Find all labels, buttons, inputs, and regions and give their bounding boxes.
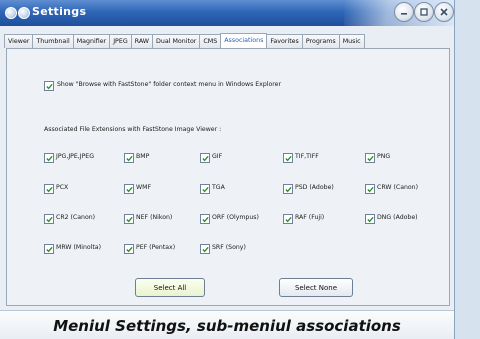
checkmark-icon bbox=[366, 216, 374, 222]
caption-text: Meniul Settings, sub-meniul associations bbox=[0, 310, 454, 339]
checkmark-icon bbox=[284, 216, 292, 222]
checkmark-icon bbox=[125, 216, 133, 222]
assoc-checkbox-orf-olympus[interactable] bbox=[200, 214, 210, 224]
assoc-label-jpg-jpe-jpeg: JPG,JPE,JPEG bbox=[56, 153, 95, 160]
settings-tabs: Viewer Thumbnail Magnifier JPEG RAW Dual Moni… bbox=[4, 33, 365, 48]
checkmark-icon bbox=[45, 186, 53, 192]
checkmark-icon bbox=[284, 186, 292, 192]
assoc-label-raf-fuji: RAF (Fuji) bbox=[295, 214, 325, 221]
assoc-checkbox-mrw-minolta[interactable] bbox=[44, 244, 54, 254]
assoc-checkbox-tga[interactable] bbox=[200, 184, 210, 194]
assoc-label-pef-pentax: PEF (Pentax) bbox=[136, 244, 176, 251]
tab-music[interactable]: Music bbox=[338, 34, 365, 48]
assoc-checkbox-pcx[interactable] bbox=[44, 184, 54, 194]
assoc-label-gif: GIF bbox=[212, 153, 223, 160]
tab-associations[interactable]: Associations bbox=[220, 33, 268, 48]
maximize-button[interactable] bbox=[414, 2, 434, 22]
checkmark-icon bbox=[45, 155, 53, 161]
assoc-checkbox-wmf[interactable] bbox=[124, 184, 134, 194]
assoc-label-orf-olympus: ORF (Olympus) bbox=[212, 214, 259, 221]
tab-thumbnail[interactable]: Thumbnail bbox=[32, 34, 74, 48]
maximize-icon bbox=[420, 8, 428, 16]
assoc-checkbox-bmp[interactable] bbox=[124, 153, 134, 163]
minimize-icon bbox=[401, 13, 407, 15]
checkmark-icon bbox=[201, 186, 209, 192]
assoc-label-cr2-canon: CR2 (Canon) bbox=[56, 214, 96, 221]
assoc-checkbox-jpg-jpe-jpeg[interactable] bbox=[44, 153, 54, 163]
checkmark-icon bbox=[201, 216, 209, 222]
assoc-label-psd-adobe: PSD (Adobe) bbox=[295, 184, 334, 191]
checkmark-icon bbox=[201, 155, 209, 161]
assoc-checkbox-png[interactable] bbox=[365, 153, 375, 163]
assoc-checkbox-srf-sony[interactable] bbox=[200, 244, 210, 254]
title-bar[interactable]: Settings bbox=[0, 0, 454, 26]
assoc-checkbox-psd-adobe[interactable] bbox=[283, 184, 293, 194]
checkmark-icon bbox=[125, 246, 133, 252]
tab-magnifier[interactable]: Magnifier bbox=[72, 34, 111, 48]
tab-favorites[interactable]: Favorites bbox=[266, 34, 303, 48]
assoc-label-nef-nikon: NEF (Nikon) bbox=[136, 214, 173, 221]
tab-programs[interactable]: Programs bbox=[301, 34, 340, 48]
checkmark-icon bbox=[45, 246, 53, 252]
assoc-checkbox-pef-pentax[interactable] bbox=[124, 244, 134, 254]
checkmark-icon bbox=[366, 155, 374, 161]
checkmark-icon bbox=[284, 155, 292, 161]
checkmark-icon bbox=[45, 216, 53, 222]
assoc-label-tif-tiff: TIF,TIFF bbox=[295, 153, 319, 160]
assoc-label-mrw-minolta: MRW (Minolta) bbox=[56, 244, 102, 251]
close-button[interactable] bbox=[434, 2, 454, 22]
tab-raw[interactable]: RAW bbox=[130, 34, 154, 48]
tab-cms[interactable]: CMS bbox=[199, 34, 222, 48]
close-icon bbox=[440, 8, 448, 16]
assoc-label-dng-adobe: DNG (Adobe) bbox=[377, 214, 418, 221]
assoc-label-pcx: PCX bbox=[56, 184, 69, 191]
assoc-checkbox-crw-canon[interactable] bbox=[365, 184, 375, 194]
select-all-button[interactable]: Select All bbox=[135, 278, 205, 297]
assoc-checkbox-tif-tiff[interactable] bbox=[283, 153, 293, 163]
assoc-checkbox-cr2-canon[interactable] bbox=[44, 214, 54, 224]
assoc-label-wmf: WMF bbox=[136, 184, 152, 191]
checkmark-icon bbox=[201, 246, 209, 252]
checkmark-icon bbox=[45, 83, 53, 89]
select-none-button[interactable]: Select None bbox=[279, 278, 353, 297]
tab-dual-monitor[interactable]: Dual Monitor bbox=[152, 34, 201, 48]
settings-window: Settings Viewer Thumbnail Magnifier JPEG RAW… bbox=[0, 0, 455, 339]
tab-jpeg[interactable]: JPEG bbox=[109, 34, 132, 48]
assoc-checkbox-dng-adobe[interactable] bbox=[365, 214, 375, 224]
associations-panel: Show "Browse with FastStone" folder cont… bbox=[6, 48, 450, 306]
associations-heading: Associated File Extensions with FastSton… bbox=[44, 126, 222, 133]
checkmark-icon bbox=[125, 186, 133, 192]
window-title: Settings bbox=[32, 5, 87, 18]
assoc-label-bmp: BMP bbox=[136, 153, 150, 160]
app-icon bbox=[18, 7, 30, 19]
context-menu-label: Show "Browse with FastStone" folder cont… bbox=[57, 81, 282, 88]
assoc-checkbox-gif[interactable] bbox=[200, 153, 210, 163]
assoc-label-crw-canon: CRW (Canon) bbox=[377, 184, 419, 191]
assoc-checkbox-nef-nikon[interactable] bbox=[124, 214, 134, 224]
assoc-label-srf-sony: SRF (Sony) bbox=[212, 244, 246, 251]
minimize-button[interactable] bbox=[394, 2, 414, 22]
assoc-label-png: PNG bbox=[377, 153, 391, 160]
checkmark-icon bbox=[366, 186, 374, 192]
assoc-checkbox-raf-fuji[interactable] bbox=[283, 214, 293, 224]
context-menu-checkbox[interactable] bbox=[44, 81, 54, 91]
assoc-label-tga: TGA bbox=[212, 184, 225, 191]
checkmark-icon bbox=[125, 155, 133, 161]
tab-viewer[interactable]: Viewer bbox=[4, 34, 34, 48]
window-menu-icon[interactable] bbox=[5, 7, 17, 19]
